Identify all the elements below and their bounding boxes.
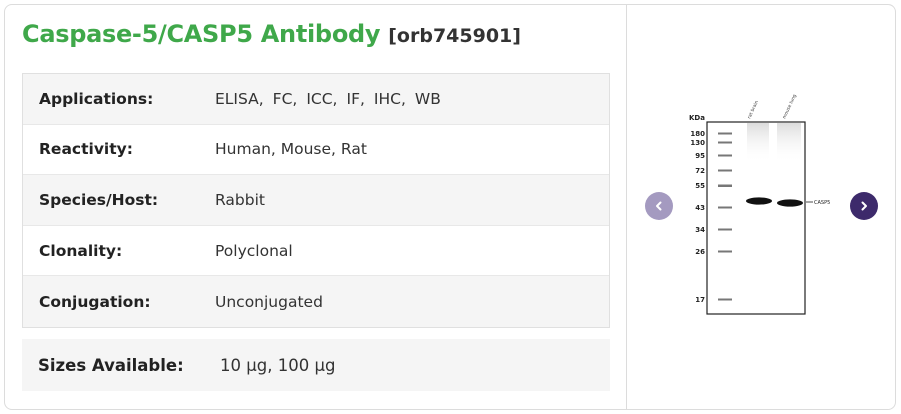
product-title: Caspase-5/CASP5 Antibody	[22, 20, 381, 48]
sizes-value: 10 µg, 100 µg	[220, 355, 336, 375]
application-item: WB	[414, 89, 441, 108]
application-item: ICC,	[306, 89, 338, 108]
lane-smear	[747, 123, 769, 163]
marker-label: 17	[695, 296, 705, 304]
carousel-next-button[interactable]	[850, 192, 878, 220]
spec-row-conjugation: Conjugation: Unconjugated	[23, 276, 609, 327]
ladder-band	[718, 169, 732, 172]
spec-value: Unconjugated	[215, 292, 323, 311]
application-item: FC,	[272, 89, 298, 108]
lane-smear	[777, 123, 801, 163]
spec-label: Clonality:	[39, 241, 123, 260]
western-blot-image[interactable]: KDa rat brain mouse lung 180 130 95 72 5…	[680, 86, 840, 322]
marker-label: 180	[690, 130, 705, 138]
lane-label: rat brain	[746, 100, 760, 120]
spec-value-applications: ELISA, FC, ICC, IF, IHC, WB	[215, 90, 450, 108]
chevron-left-icon	[656, 201, 662, 211]
product-sku: [orb745901]	[388, 25, 521, 47]
sample-band	[746, 197, 772, 205]
title-row: Caspase-5/CASP5 Antibody [orb745901]	[22, 20, 521, 48]
spec-label: Applications:	[39, 89, 154, 108]
panel-divider	[626, 4, 627, 410]
marker-label: 55	[695, 182, 705, 190]
ladder-band	[718, 184, 732, 187]
application-item: ELISA,	[215, 89, 264, 108]
application-item: IHC,	[373, 89, 406, 108]
carousel-prev-button[interactable]	[645, 192, 673, 220]
sample-band	[777, 199, 803, 207]
marker-label: 43	[695, 204, 705, 212]
marker-label: 95	[695, 152, 705, 160]
application-item: IF,	[346, 89, 365, 108]
lane-label: mouse lung	[781, 93, 798, 120]
ladder-band	[718, 206, 732, 209]
spec-value: Rabbit	[215, 190, 265, 209]
ladder-band	[718, 250, 732, 253]
ladder-band	[718, 298, 732, 301]
sizes-available-row: Sizes Available: 10 µg, 100 µg	[22, 339, 610, 391]
ladder-band	[718, 141, 732, 144]
ladder-band	[718, 132, 732, 135]
kda-label: KDa	[689, 114, 705, 122]
marker-label: 34	[695, 226, 705, 234]
spec-row-applications: Applications: ELISA, FC, ICC, IF, IHC, W…	[23, 74, 609, 125]
spec-table: Applications: ELISA, FC, ICC, IF, IHC, W…	[22, 73, 610, 328]
spec-value: Human, Mouse, Rat	[215, 140, 367, 159]
spec-label: Species/Host:	[39, 190, 159, 209]
spec-label: Reactivity:	[39, 140, 133, 159]
band-label: CASP5	[814, 200, 830, 206]
spec-row-reactivity: Reactivity: Human, Mouse, Rat	[23, 125, 609, 176]
spec-row-clonality: Clonality: Polyclonal	[23, 226, 609, 277]
spec-row-species-host: Species/Host: Rabbit	[23, 175, 609, 226]
marker-label: 130	[690, 139, 705, 147]
spec-value: Polyclonal	[215, 241, 293, 260]
spec-label: Conjugation:	[39, 292, 151, 311]
marker-label: 26	[695, 248, 705, 256]
ladder-band	[718, 228, 732, 231]
marker-label: 72	[695, 167, 705, 175]
ladder-band	[718, 154, 732, 157]
sizes-label: Sizes Available:	[38, 355, 184, 375]
chevron-right-icon	[861, 201, 867, 211]
